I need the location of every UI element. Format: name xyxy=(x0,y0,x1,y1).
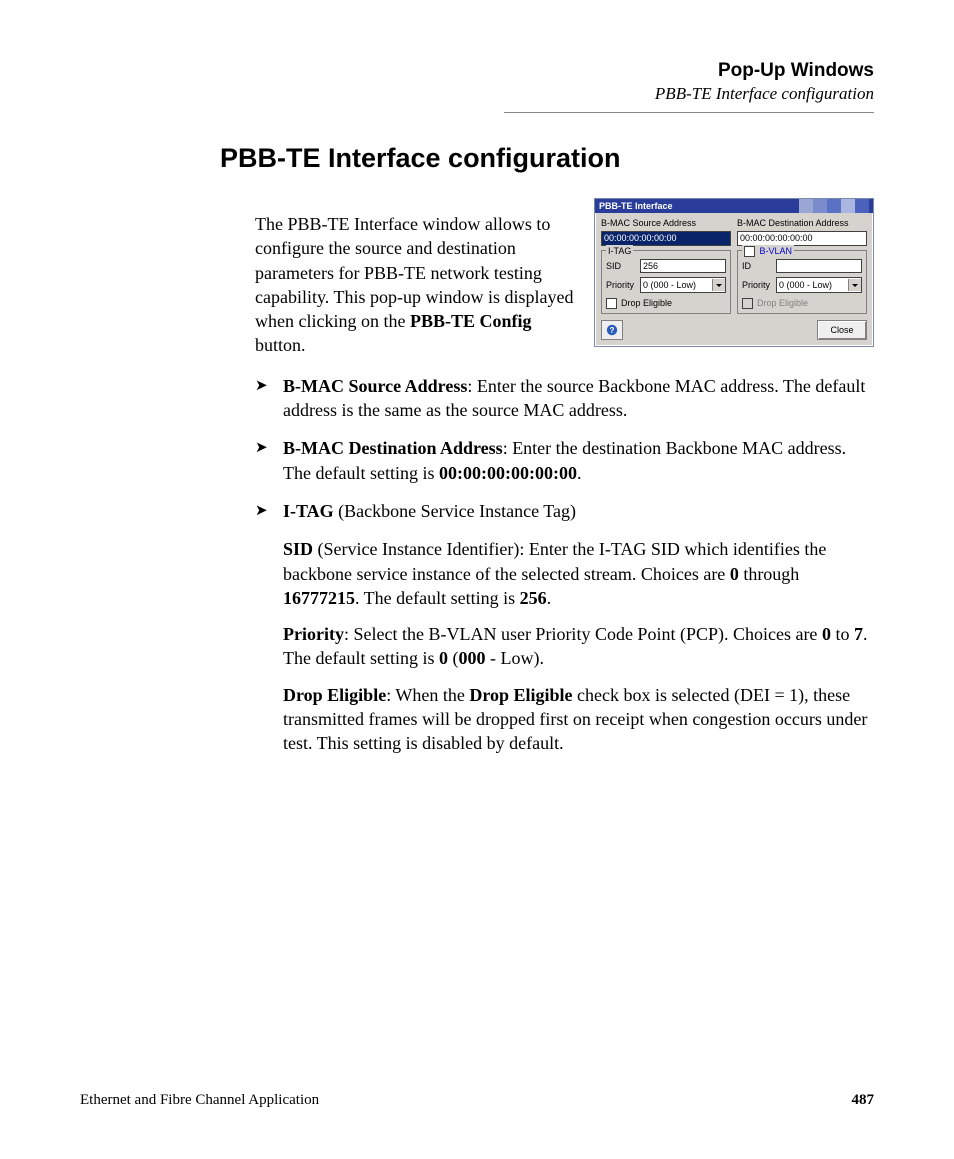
dialog-titlebar: PBB-TE Interface xyxy=(595,199,873,213)
header-chapter: Pop-Up Windows xyxy=(80,60,874,82)
bvlan-drop-label: Drop Eligible xyxy=(757,297,808,309)
help-icon: ? xyxy=(606,324,618,336)
sid-label: SID xyxy=(606,260,636,272)
sub-drop: Drop Eligible: When the Drop Eligible ch… xyxy=(283,683,874,756)
bvlan-legend: B-VLAN xyxy=(742,245,794,257)
bvlan-priority-label: Priority xyxy=(742,279,772,291)
sid-input[interactable]: 256 xyxy=(640,259,726,273)
close-button[interactable]: Close xyxy=(817,320,867,340)
dialog-title: PBB-TE Interface xyxy=(599,200,673,212)
header-rule xyxy=(504,112,874,113)
itag-group: I-TAG SID 256 Priority 0 (000 - Low) xyxy=(601,250,731,314)
bullet-itag: I-TAG (Backbone Service Instance Tag) xyxy=(255,499,874,523)
chevron-down-icon xyxy=(712,279,725,291)
sub-priority: Priority: Select the B-VLAN user Priorit… xyxy=(283,622,874,671)
bvlan-id-input[interactable] xyxy=(776,259,862,273)
bullet-bmac-dst: B-MAC Destination Address: Enter the des… xyxy=(255,436,874,485)
sub-sid: SID (Service Instance Identifier): Enter… xyxy=(283,537,874,610)
page-title: PBB-TE Interface configuration xyxy=(220,143,874,174)
help-button[interactable]: ? xyxy=(601,320,623,340)
itag-drop-label: Drop Eligible xyxy=(621,297,672,309)
titlebar-decoration xyxy=(799,199,869,213)
page-number: 487 xyxy=(852,1092,875,1109)
itag-legend: I-TAG xyxy=(606,245,633,257)
chevron-down-icon xyxy=(848,279,861,291)
bmac-dst-label: B-MAC Destination Address xyxy=(737,217,867,229)
header-section: PBB-TE Interface configuration xyxy=(80,84,874,104)
bmac-src-label: B-MAC Source Address xyxy=(601,217,731,229)
bmac-src-input[interactable]: 00:00:00:00:00:00 xyxy=(601,231,731,246)
bullet-bmac-src: B-MAC Source Address: Enter the source B… xyxy=(255,374,874,423)
bmac-dst-input[interactable]: 00:00:00:00:00:00 xyxy=(737,231,867,246)
itag-priority-select[interactable]: 0 (000 - Low) xyxy=(640,277,726,293)
bvlan-drop-checkbox: Drop Eligible xyxy=(742,297,862,309)
itag-drop-checkbox[interactable]: Drop Eligible xyxy=(606,297,726,309)
bvlan-enable-checkbox[interactable] xyxy=(744,246,755,257)
pbb-te-dialog: PBB-TE Interface B-MAC Source Address 00… xyxy=(594,198,874,347)
bvlan-id-label: ID xyxy=(742,260,772,272)
itag-priority-label: Priority xyxy=(606,279,636,291)
bvlan-group: B-VLAN ID Priority 0 (000 - Low) xyxy=(737,250,867,314)
footer-doc-title: Ethernet and Fibre Channel Application xyxy=(80,1092,319,1109)
svg-text:?: ? xyxy=(610,326,615,335)
bvlan-priority-select[interactable]: 0 (000 - Low) xyxy=(776,277,862,293)
